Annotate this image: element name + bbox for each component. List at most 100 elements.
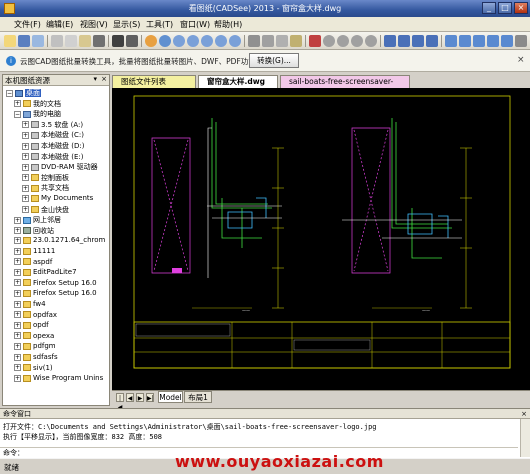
zoom-out-icon[interactable] xyxy=(201,35,213,47)
tree-item[interactable]: + EditPadLite7 xyxy=(14,268,77,278)
tab-dwg[interactable]: 窗帘盒大样.dwg xyxy=(198,75,278,88)
zoom-extents-icon[interactable] xyxy=(215,35,227,47)
expand-toggle-icon[interactable]: + xyxy=(14,100,21,108)
rotate-icon[interactable] xyxy=(262,35,274,47)
expand-toggle-icon[interactable]: + xyxy=(22,163,29,171)
rotate-right-icon[interactable] xyxy=(459,35,471,47)
tree-item[interactable]: + 金山快盘 xyxy=(22,205,69,215)
menu-window[interactable]: 窗口(W) xyxy=(180,19,210,30)
expand-toggle-icon[interactable]: + xyxy=(14,227,21,235)
expand-toggle-icon[interactable]: + xyxy=(22,174,29,182)
first-page-icon[interactable] xyxy=(384,35,396,47)
measure-icon[interactable] xyxy=(248,35,260,47)
tree-item[interactable]: +3.5 软盘 (A:) xyxy=(22,120,83,130)
expand-toggle-icon[interactable]: − xyxy=(14,110,21,118)
zoom-realtime-icon[interactable] xyxy=(159,35,171,47)
tree-item[interactable]: + opdf xyxy=(14,321,49,331)
tree-item[interactable]: + 控制面板 xyxy=(22,173,69,183)
expand-toggle-icon[interactable]: + xyxy=(22,206,29,214)
tree-item[interactable]: + pdfgm xyxy=(14,342,56,352)
tree-item[interactable]: + 我的文档 xyxy=(14,99,61,109)
tree-item[interactable]: + opexa xyxy=(14,332,54,342)
zoom-in-icon[interactable] xyxy=(187,35,199,47)
delete-icon[interactable] xyxy=(93,35,105,47)
prev-tab-icon[interactable]: ◀ xyxy=(126,393,134,402)
expand-toggle-icon[interactable]: + xyxy=(14,332,21,340)
stop-icon[interactable] xyxy=(309,35,321,47)
maximize-button[interactable]: □ xyxy=(498,2,512,14)
convert-button[interactable]: 转换(G)... xyxy=(249,53,299,68)
pan-icon[interactable] xyxy=(145,35,157,47)
save-icon[interactable] xyxy=(18,35,30,47)
close-infobar-icon[interactable]: × xyxy=(517,55,525,65)
close-button[interactable]: × xyxy=(514,2,528,14)
circle-tool-icon[interactable] xyxy=(323,35,335,47)
tree-item[interactable]: − 桌面 xyxy=(6,88,41,98)
expand-toggle-icon[interactable]: + xyxy=(22,121,29,129)
tree-item[interactable]: + opdfax xyxy=(14,311,57,321)
expand-toggle-icon[interactable]: − xyxy=(6,89,13,97)
paste-icon[interactable] xyxy=(79,35,91,47)
first-tab-icon[interactable]: |◀ xyxy=(116,393,124,411)
tab-layout[interactable]: 布局1 xyxy=(184,391,212,403)
tree-item[interactable]: + 本地磁盘 (E:) xyxy=(22,152,83,162)
pin-icon[interactable]: ▾ xyxy=(93,75,97,83)
rotate-left-icon[interactable] xyxy=(445,35,457,47)
circle-tool-icon[interactable] xyxy=(337,35,349,47)
expand-toggle-icon[interactable]: + xyxy=(14,289,21,297)
prev-page-icon[interactable] xyxy=(398,35,410,47)
open-folder-icon[interactable] xyxy=(4,35,16,47)
expand-toggle-icon[interactable]: + xyxy=(14,216,21,224)
expand-toggle-icon[interactable]: + xyxy=(22,131,29,139)
menu-view[interactable]: 视图(V) xyxy=(80,19,108,30)
mirror-icon[interactable] xyxy=(276,35,288,47)
close-pane-icon[interactable]: × xyxy=(101,75,107,83)
tab-model[interactable]: Model xyxy=(158,391,183,403)
drawing-canvas[interactable]: —— —— xyxy=(112,88,530,390)
expand-toggle-icon[interactable]: + xyxy=(14,321,21,329)
last-tab-icon[interactable]: ▶| xyxy=(146,393,154,402)
menu-tools[interactable]: 工具(T) xyxy=(146,19,173,30)
expand-toggle-icon[interactable]: + xyxy=(14,258,21,266)
copy-icon[interactable] xyxy=(65,35,77,47)
circle-tool-icon[interactable] xyxy=(351,35,363,47)
tree-item[interactable]: + 网上邻居 xyxy=(14,215,61,225)
close-command-window-icon[interactable]: × xyxy=(521,409,527,419)
tree-item[interactable]: + 本地磁盘 (D:) xyxy=(22,141,84,151)
cut-icon[interactable] xyxy=(51,35,63,47)
fit-icon[interactable] xyxy=(473,35,485,47)
tab-jpg[interactable]: sail-boats-free-screensaver-logo.jpg xyxy=(280,75,410,98)
command-scrollbar[interactable] xyxy=(520,419,530,457)
black-background-icon[interactable] xyxy=(112,35,124,47)
expand-toggle-icon[interactable]: + xyxy=(14,311,21,319)
tree-item[interactable]: + aspdf xyxy=(14,258,52,268)
tree-item[interactable]: + siv(1) xyxy=(14,364,53,374)
expand-toggle-icon[interactable]: + xyxy=(14,268,21,276)
print-icon[interactable] xyxy=(32,35,44,47)
expand-toggle-icon[interactable]: + xyxy=(14,236,21,244)
tree-item[interactable]: − 我的电脑 xyxy=(14,109,61,119)
next-tab-icon[interactable]: ▶ xyxy=(136,393,144,402)
tree-item[interactable]: + My Documents xyxy=(22,194,93,204)
tree-item[interactable]: + Firefox Setup 16.0 xyxy=(14,279,97,289)
expand-toggle-icon[interactable]: + xyxy=(22,194,29,202)
expand-toggle-icon[interactable]: + xyxy=(14,364,21,372)
tree-item[interactable]: + 本地磁盘 (C:) xyxy=(22,130,84,140)
zoom-previous-icon[interactable] xyxy=(229,35,241,47)
tree-item[interactable]: +23.0.1271.64_chrom xyxy=(14,236,105,246)
layer-icon[interactable] xyxy=(126,35,138,47)
circle-tool-icon[interactable] xyxy=(365,35,377,47)
tab-file-list[interactable]: 图纸文件列表 xyxy=(112,75,196,88)
last-page-icon[interactable] xyxy=(426,35,438,47)
menu-file[interactable]: 文件(F) xyxy=(14,19,41,30)
expand-toggle-icon[interactable]: + xyxy=(14,374,21,382)
tree-item[interactable]: + Wise Program Unins xyxy=(14,374,103,384)
menu-display[interactable]: 显示(S) xyxy=(113,19,140,30)
tree-item[interactable]: + fw4 xyxy=(14,300,46,310)
expand-toggle-icon[interactable]: + xyxy=(14,353,21,361)
zoom-window-icon[interactable] xyxy=(173,35,185,47)
tree-item[interactable]: +11111 xyxy=(14,247,55,257)
expand-toggle-icon[interactable]: + xyxy=(14,279,21,287)
tree-item[interactable]: + DVD-RAM 驱动器 xyxy=(22,162,98,172)
expand-toggle-icon[interactable]: + xyxy=(22,153,29,161)
